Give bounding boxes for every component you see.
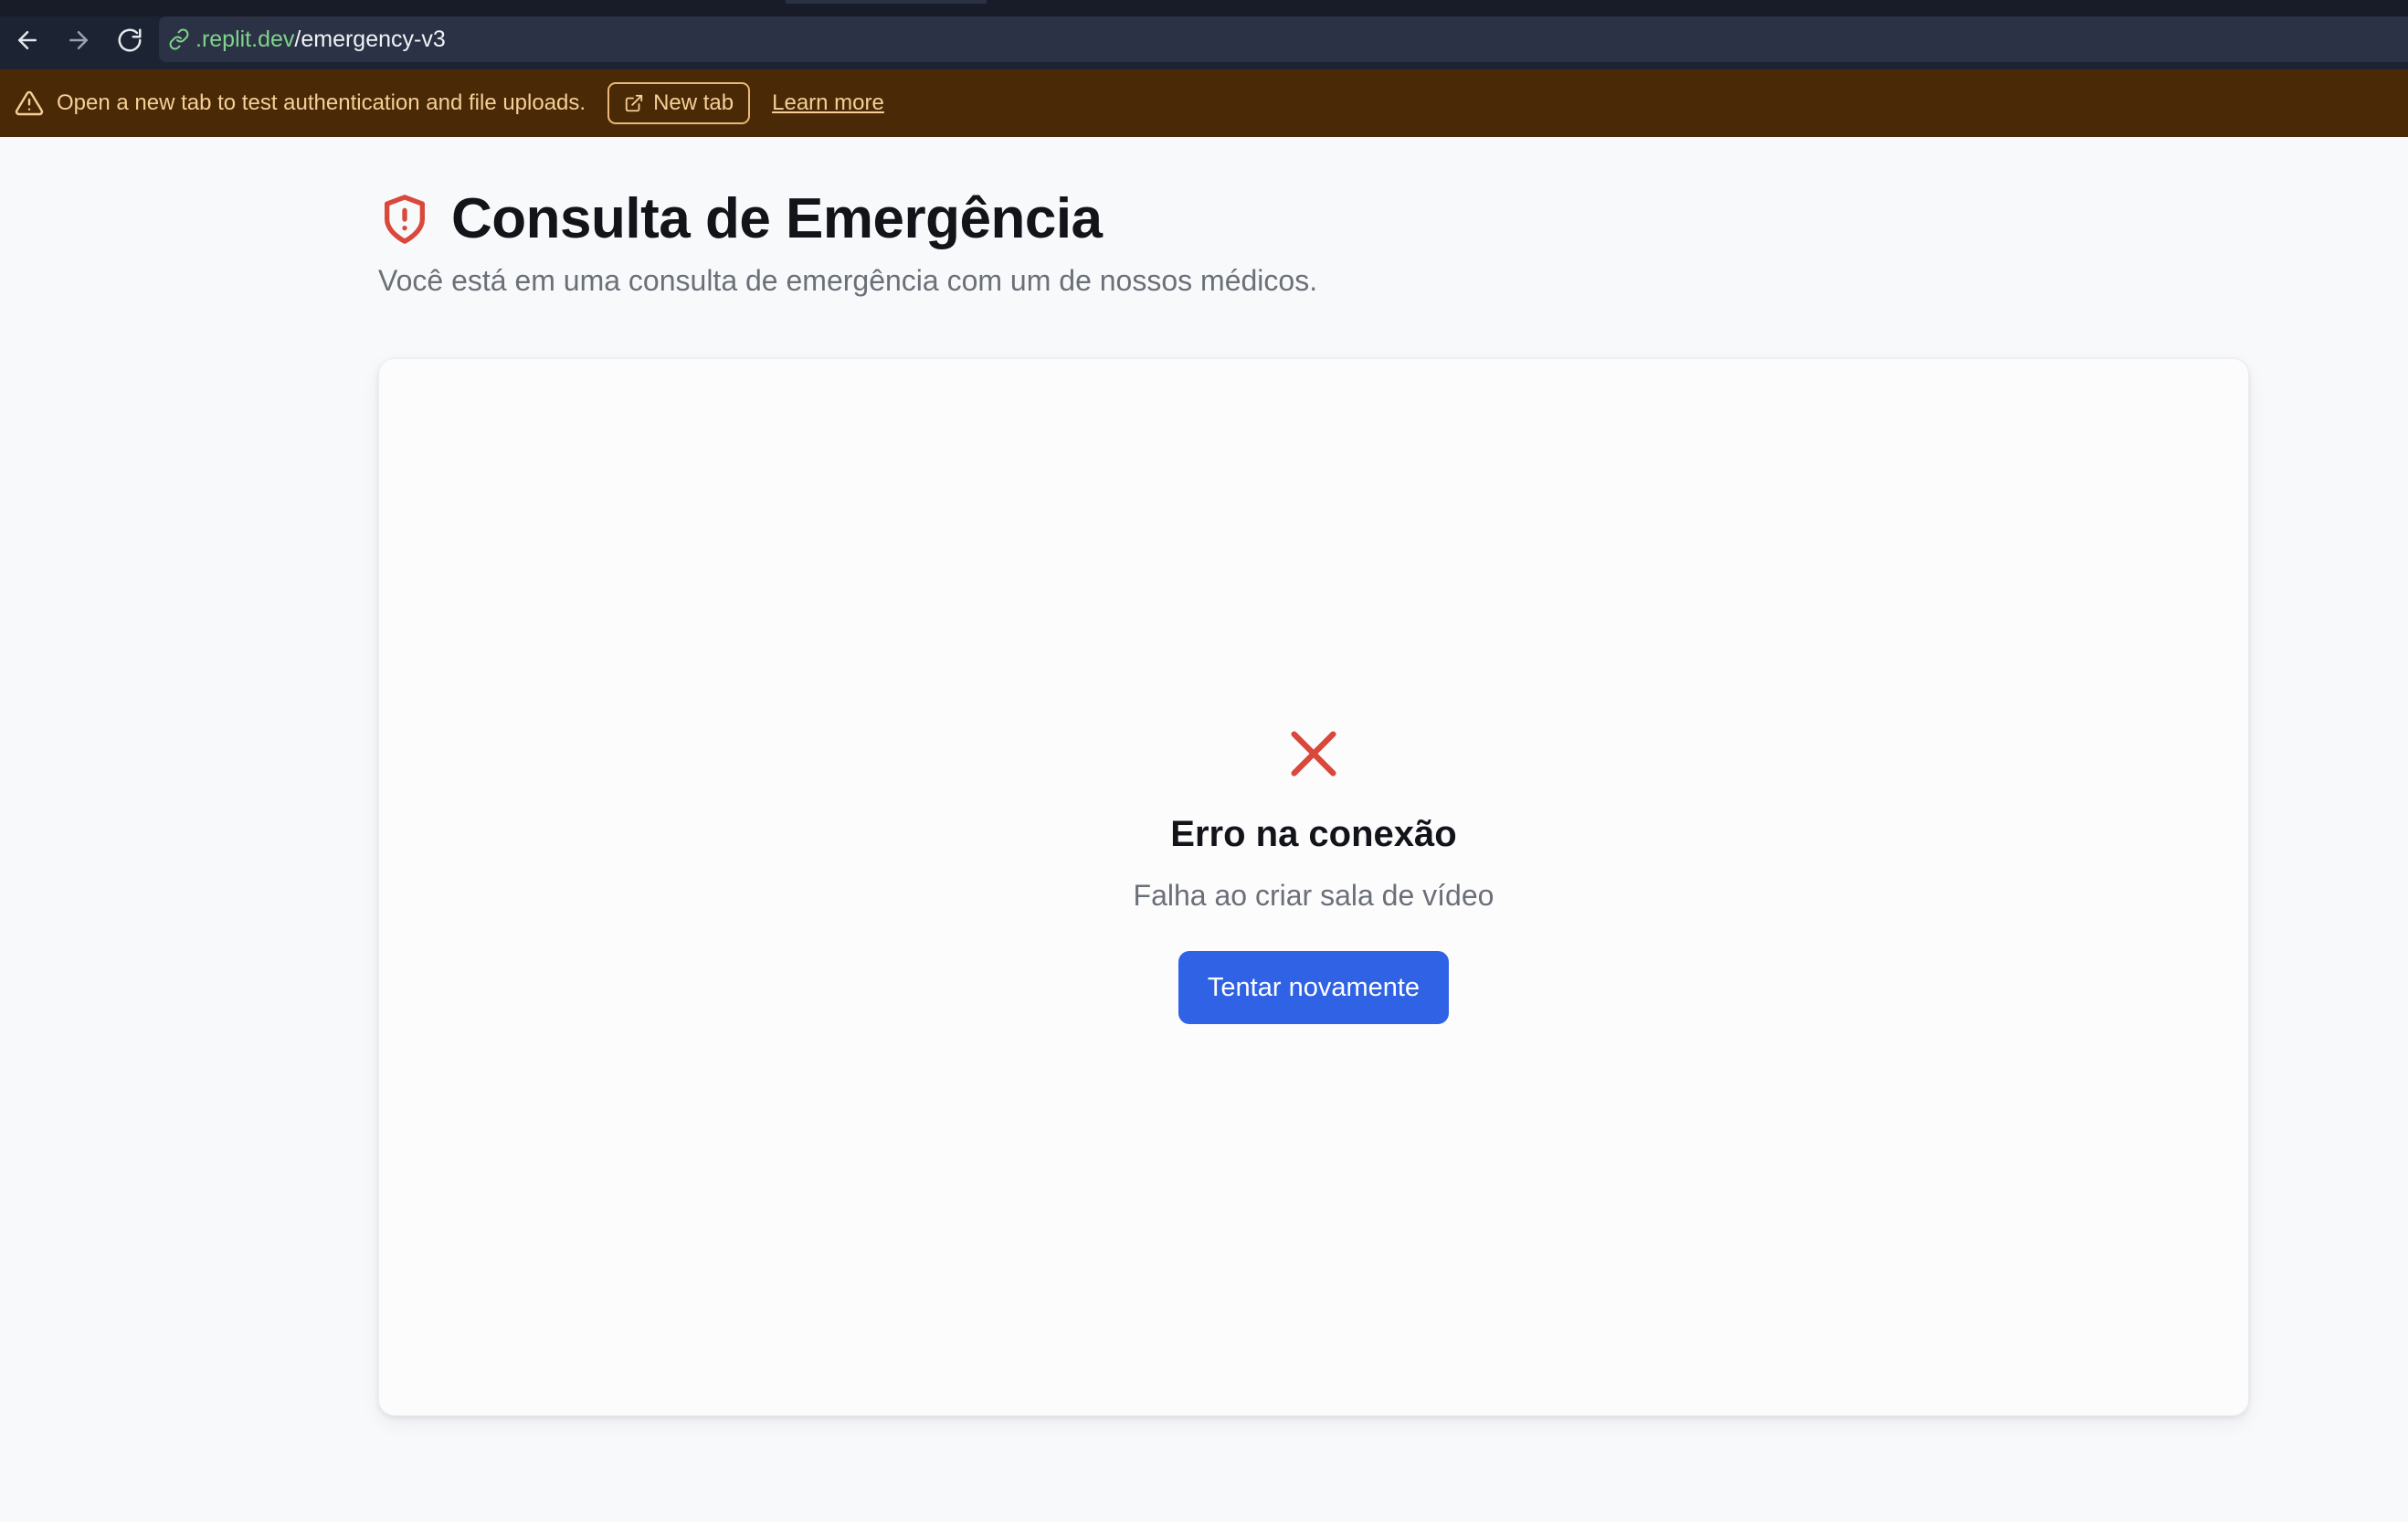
shield-alert-icon	[385, 194, 425, 244]
external-link-icon	[625, 94, 643, 112]
url-path: /emergency-v3	[294, 26, 446, 52]
warning-icon	[15, 90, 44, 116]
reload-icon	[118, 28, 142, 52]
back-button[interactable]	[4, 20, 51, 60]
learn-more-link[interactable]: Learn more	[772, 90, 884, 116]
video-call-card: Erro na conexão Falha ao criar sala de v…	[378, 358, 2249, 1416]
forward-button[interactable]	[55, 20, 102, 60]
error-title: Erro na conexão	[1170, 814, 1457, 854]
browser-toolbar: .replit.dev/emergency-v3	[0, 0, 2408, 69]
error-state: Erro na conexão Falha ao criar sala de v…	[379, 724, 2248, 1024]
tab-strip-edge	[786, 0, 987, 4]
url-domain: .replit.dev	[195, 26, 295, 52]
banner-message: Open a new tab to test authentication an…	[57, 90, 586, 115]
reload-button[interactable]	[106, 20, 153, 60]
error-message: Falha ao criar sala de vídeo	[1133, 879, 1494, 912]
arrow-right-icon	[69, 31, 88, 49]
page-subtitle: Você está em uma consulta de emergência …	[378, 264, 1318, 297]
retry-button[interactable]: Tentar novamente	[1178, 951, 1450, 1024]
link-icon	[169, 28, 189, 50]
title-row: Consulta de Emergência	[378, 186, 1317, 251]
page-header: Consulta de Emergência Você está em uma …	[378, 186, 1317, 298]
warning-banner: Open a new tab to test authentication an…	[0, 69, 2408, 137]
arrow-left-icon	[18, 31, 37, 49]
new-tab-button[interactable]: New tab	[607, 82, 751, 124]
new-tab-label: New tab	[653, 90, 734, 115]
page-title: Consulta de Emergência	[451, 187, 1103, 250]
x-icon	[1291, 731, 1336, 777]
address-bar[interactable]: .replit.dev/emergency-v3	[159, 16, 2408, 62]
